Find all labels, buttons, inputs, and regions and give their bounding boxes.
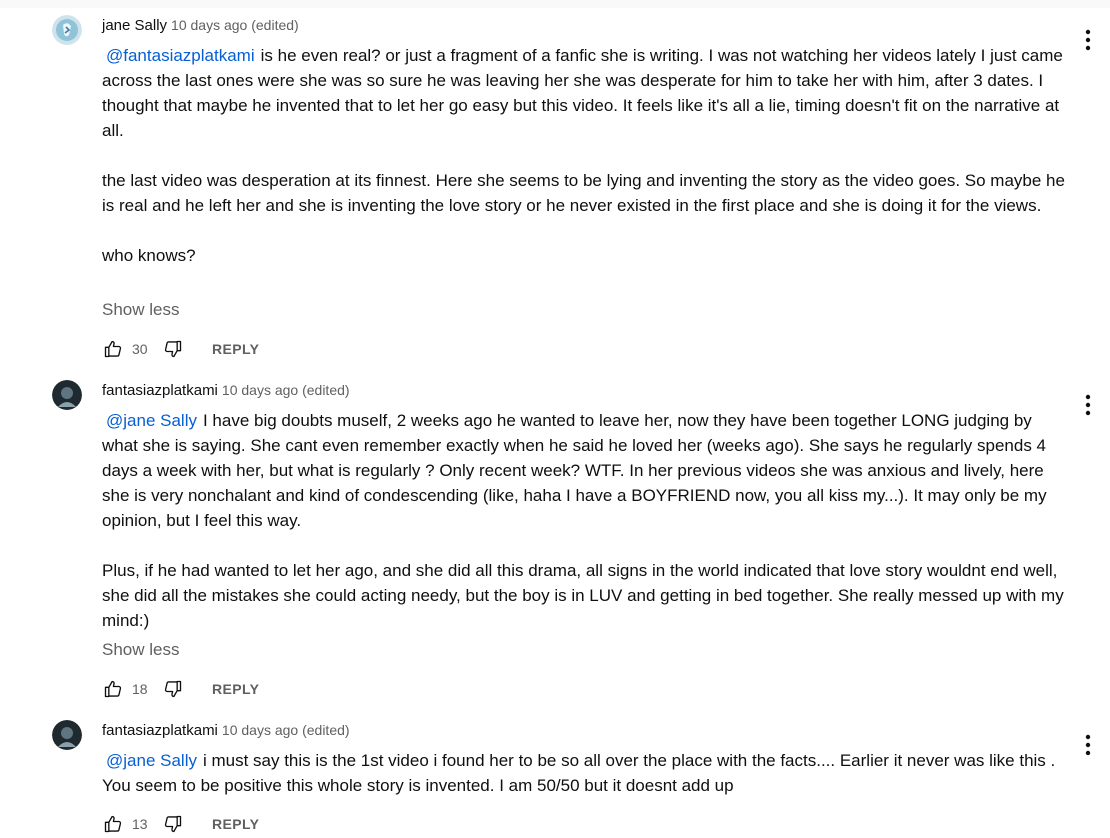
thumb-down-icon[interactable] xyxy=(162,678,184,700)
show-less-button[interactable]: Show less xyxy=(102,638,179,662)
comment-header: jane Sally 10 days ago (edited) xyxy=(102,15,299,35)
avatar[interactable] xyxy=(52,380,82,410)
comment-paragraph: I have big doubts muself, 2 weeks ago he… xyxy=(102,411,1047,530)
more-vert-icon[interactable] xyxy=(1078,732,1098,758)
thumb-up-icon[interactable] xyxy=(102,678,124,700)
comment-author[interactable]: fantasiazplatkami xyxy=(102,382,218,399)
comment-paragraph: Plus, if he had wanted to let her ago, a… xyxy=(102,561,1064,630)
comment-text: @jane Sally i must say this is the 1st vi… xyxy=(102,748,1068,798)
thumb-up-icon[interactable] xyxy=(102,338,124,360)
comment-timestamp[interactable]: 10 days ago (edited) xyxy=(171,17,299,33)
avatar[interactable] xyxy=(52,720,82,750)
comment-author[interactable]: jane Sally xyxy=(102,17,167,34)
comment-header: fantasiazplatkami 10 days ago (edited) xyxy=(102,720,350,740)
show-less-button[interactable]: Show less xyxy=(102,298,179,322)
more-vert-icon[interactable] xyxy=(1078,27,1098,53)
reply-button[interactable]: REPLY xyxy=(212,681,259,697)
mention-link[interactable]: @jane Sally xyxy=(106,411,197,430)
comment-header: fantasiazplatkami 10 days ago (edited) xyxy=(102,380,350,400)
top-divider xyxy=(0,0,1110,8)
mention-link[interactable]: @jane Sally xyxy=(106,751,197,770)
thumb-up-icon[interactable] xyxy=(102,813,124,835)
comment-paragraph: the last video was desperation at its fi… xyxy=(102,171,1065,215)
comment-actions: 13 REPLY xyxy=(102,812,259,836)
avatar[interactable] xyxy=(52,15,82,45)
comment-timestamp[interactable]: 10 days ago (edited) xyxy=(222,722,350,738)
like-count: 30 xyxy=(132,341,148,357)
reply-button[interactable]: REPLY xyxy=(212,341,259,357)
comment-text: @jane Sally I have big doubts muself, 2 w… xyxy=(102,408,1068,633)
comment-text: @fantasiazplatkami is he even real? or ju… xyxy=(102,43,1068,268)
comment-actions: 18 REPLY xyxy=(102,677,259,701)
comment-actions: 30 REPLY xyxy=(102,337,259,361)
like-count: 13 xyxy=(132,816,148,832)
like-count: 18 xyxy=(132,681,148,697)
thumb-down-icon[interactable] xyxy=(162,813,184,835)
comment-author[interactable]: fantasiazplatkami xyxy=(102,722,218,739)
reply-button[interactable]: REPLY xyxy=(212,816,259,832)
thumb-down-icon[interactable] xyxy=(162,338,184,360)
comment-timestamp[interactable]: 10 days ago (edited) xyxy=(222,382,350,398)
more-vert-icon[interactable] xyxy=(1078,392,1098,418)
comment-paragraph: who knows? xyxy=(102,246,196,265)
comment-paragraph: i must say this is the 1st video i found… xyxy=(102,751,1056,795)
comments-section: jane Sally 10 days ago (edited) @fantasia… xyxy=(0,0,1110,838)
mention-link[interactable]: @fantasiazplatkami xyxy=(106,46,255,65)
